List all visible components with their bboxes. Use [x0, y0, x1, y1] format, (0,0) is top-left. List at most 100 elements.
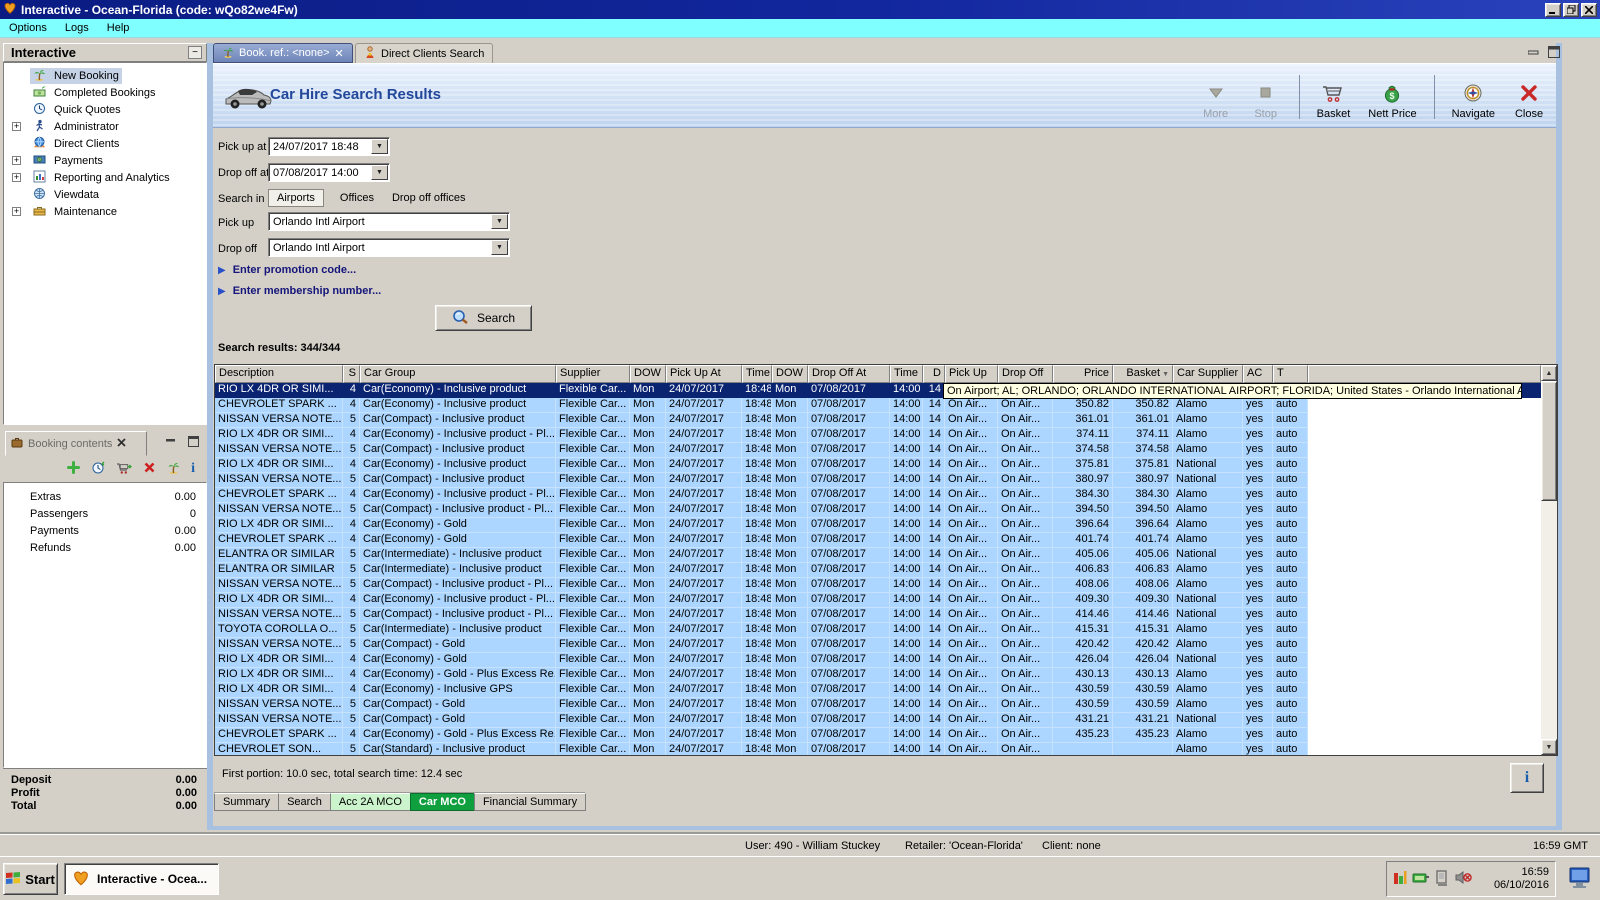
table-row[interactable]: RIO LX 4DR OR SIMI... 4 Car(Economy) - Inc…: [215, 428, 1541, 443]
column-header-t[interactable]: T: [1273, 365, 1308, 383]
panel-splitter[interactable]: [207, 43, 213, 830]
table-row[interactable]: NISSAN VERSA NOTE... 5 Car(Compact) - Gold…: [215, 638, 1541, 653]
sidebar-item-new-booking[interactable]: New Booking: [6, 68, 122, 84]
table-row[interactable]: NISSAN VERSA NOTE... 5 Car(Compact) - Incl…: [215, 443, 1541, 458]
list-item[interactable]: Passengers 0: [4, 505, 206, 522]
dropdown-icon[interactable]: ▼: [491, 214, 508, 229]
column-header-pickup_date[interactable]: Pick Up At: [666, 365, 742, 383]
sidebar-item-administrator[interactable]: + Administrator: [6, 119, 122, 135]
sidebar-item-quick-quotes[interactable]: Quick Quotes: [6, 102, 124, 118]
tab-booking-contents[interactable]: Booking contents: [5, 431, 147, 456]
palm-tree-small-icon[interactable]: [167, 461, 180, 477]
panel-minimize-icon[interactable]: [163, 436, 179, 450]
table-row[interactable]: CHEVROLET SPARK ... 4 Car(Economy) - Inclu…: [215, 488, 1541, 503]
tray-network-icon[interactable]: [1412, 871, 1430, 888]
tray-volume-muted-icon[interactable]: [1455, 870, 1472, 888]
list-item[interactable]: Payments 0.00: [4, 522, 206, 539]
dropdown-icon[interactable]: ▼: [371, 139, 388, 154]
column-header-dropoff_loc[interactable]: Drop Off: [998, 365, 1053, 383]
expand-icon[interactable]: +: [12, 173, 21, 182]
table-scrollbar[interactable]: ▲ ▼: [1541, 365, 1557, 755]
mdi-minimize-icon[interactable]: [1526, 47, 1542, 61]
table-row[interactable]: RIO LX 4DR OR SIMI... 4 Car(Economy) - Gol…: [215, 653, 1541, 668]
taskbar-clock[interactable]: 16:59 06/10/2016: [1494, 866, 1549, 892]
column-header-pickup_loc[interactable]: Pick Up: [945, 365, 998, 383]
tray-display-icon[interactable]: [1435, 869, 1450, 889]
column-header-ac[interactable]: AC: [1243, 365, 1273, 383]
column-header-dow1[interactable]: DOW: [630, 365, 666, 383]
tray-status-icon[interactable]: [1393, 870, 1407, 889]
sidebar-collapse-button[interactable]: −: [188, 46, 202, 59]
column-header-car_supplier[interactable]: Car Supplier: [1173, 365, 1243, 383]
nett-price-button[interactable]: $ Nett Price: [1365, 81, 1419, 122]
restore-button[interactable]: [1563, 2, 1579, 17]
dropoff-at-field[interactable]: 07/08/2017 14:00 ▼: [268, 163, 390, 182]
tab-summary[interactable]: Summary: [214, 793, 280, 811]
column-header-s[interactable]: S: [343, 365, 360, 383]
basket-button[interactable]: Basket: [1314, 81, 1354, 122]
table-row[interactable]: RIO LX 4DR OR SIMI... 4 Car(Economy) - Inc…: [215, 458, 1541, 473]
list-item[interactable]: Extras 0.00: [4, 488, 206, 505]
tab-acc-2a-mco[interactable]: Acc 2A MCO: [329, 793, 411, 811]
table-row[interactable]: RIO LX 4DR OR SIMI... 4 Car(Economy) - Gol…: [215, 668, 1541, 683]
table-row[interactable]: CHEVROLET SPARK ... 4 Car(Economy) - Gold …: [215, 728, 1541, 743]
table-row[interactable]: NISSAN VERSA NOTE... 5 Car(Compact) - Incl…: [215, 608, 1541, 623]
membership-expander[interactable]: ▶ Enter membership number...: [218, 285, 381, 297]
table-row[interactable]: NISSAN VERSA NOTE... 5 Car(Compact) - Gold…: [215, 713, 1541, 728]
cart-transfer-icon[interactable]: [116, 461, 132, 478]
desktop-monitor-icon[interactable]: [1568, 867, 1592, 892]
close-tab-icon[interactable]: [117, 437, 127, 450]
dropdown-icon[interactable]: ▼: [371, 165, 388, 180]
column-header-dropoff_time[interactable]: Time: [890, 365, 923, 383]
tab-direct-clients-search[interactable]: Direct Clients Search: [355, 43, 494, 63]
menu-logs[interactable]: Logs: [56, 20, 98, 36]
search-button[interactable]: Search: [435, 305, 532, 331]
column-header-desc[interactable]: Description: [215, 365, 343, 383]
search-in-airports[interactable]: Airports: [268, 189, 324, 207]
table-row[interactable]: CHEVROLET SPARK ... 4 Car(Economy) - Gold F…: [215, 533, 1541, 548]
table-row[interactable]: TOYOTA COROLLA O... 5 Car(Intermediate) - …: [215, 623, 1541, 638]
dropoff-combo[interactable]: Orlando Intl Airport ▼: [268, 238, 510, 257]
promo-code-expander[interactable]: ▶ Enter promotion code...: [218, 264, 356, 276]
dropdown-icon[interactable]: ▼: [491, 240, 508, 255]
menu-help[interactable]: Help: [98, 20, 139, 36]
table-row[interactable]: ELANTRA OR SIMILAR 5 Car(Intermediate) - I…: [215, 563, 1541, 578]
info-icon[interactable]: i: [191, 462, 195, 476]
start-button[interactable]: Start: [3, 863, 58, 895]
mdi-maximize-icon[interactable]: [1546, 45, 1562, 59]
minimize-button[interactable]: [1545, 2, 1561, 17]
column-header-pickup_time[interactable]: Time: [742, 365, 772, 383]
expand-icon[interactable]: +: [12, 156, 21, 165]
pickup-at-field[interactable]: 24/07/2017 18:48 ▼: [268, 137, 390, 156]
close-window-button[interactable]: [1581, 2, 1597, 17]
table-row[interactable]: CHEVROLET SON... 5 Car(Standard) - Inclusi…: [215, 743, 1541, 755]
sidebar-item-completed-bookings[interactable]: Completed Bookings: [6, 85, 159, 101]
tab-booking-ref[interactable]: Book. ref.: <none> ✕: [213, 43, 353, 63]
tab-search[interactable]: Search: [278, 793, 331, 811]
expand-icon[interactable]: +: [12, 122, 21, 131]
scrollbar-thumb[interactable]: [1541, 381, 1557, 501]
sidebar-item-viewdata[interactable]: Viewdata: [6, 187, 102, 203]
taskbar-item-interactive[interactable]: Interactive - Ocea...: [64, 863, 219, 895]
column-header-basket[interactable]: Basket ▼: [1113, 365, 1173, 383]
sidebar-item-payments[interactable]: + $ Payments: [6, 153, 106, 169]
table-row[interactable]: RIO LX 4DR OR SIMI... 4 Car(Economy) - Inc…: [215, 683, 1541, 698]
column-header-dow2[interactable]: DOW: [772, 365, 808, 383]
title-bar[interactable]: Interactive - Ocean-Florida (code: wQo82…: [0, 0, 1600, 19]
close-button[interactable]: Close: [1510, 81, 1548, 122]
refresh-clock-icon[interactable]: [91, 461, 105, 478]
search-in-offices[interactable]: Offices: [338, 190, 376, 206]
column-header-dropoff_date[interactable]: Drop Off At: [808, 365, 890, 383]
column-header-price[interactable]: Price: [1053, 365, 1113, 383]
pickup-combo[interactable]: Orlando Intl Airport ▼: [268, 212, 510, 231]
sidebar-item-direct-clients[interactable]: Direct Clients: [6, 136, 122, 152]
table-row[interactable]: NISSAN VERSA NOTE... 5 Car(Compact) - Incl…: [215, 413, 1541, 428]
table-row[interactable]: NISSAN VERSA NOTE... 5 Car(Compact) - Incl…: [215, 503, 1541, 518]
table-row[interactable]: RIO LX 4DR OR SIMI... 4 Car(Economy) - Inc…: [215, 593, 1541, 608]
add-icon[interactable]: [67, 461, 81, 477]
column-header-d[interactable]: D: [923, 365, 945, 383]
scroll-down-icon[interactable]: ▼: [1541, 739, 1557, 755]
sidebar-item-reporting[interactable]: + Reporting and Analytics: [6, 170, 173, 186]
expand-icon[interactable]: +: [12, 207, 21, 216]
table-row[interactable]: NISSAN VERSA NOTE... 5 Car(Compact) - Gold…: [215, 698, 1541, 713]
